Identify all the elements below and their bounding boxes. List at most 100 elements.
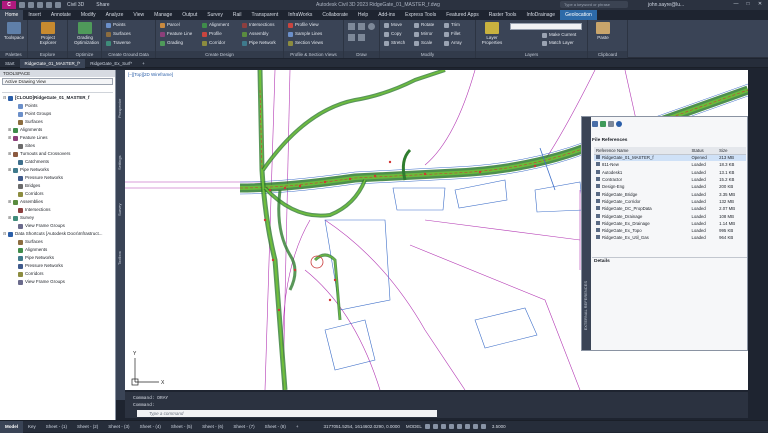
corridor-button[interactable]: Corridor [202,39,225,47]
col-size[interactable]: Size [717,147,746,155]
ribbon-tab-geolocation[interactable]: Geolocation [560,10,597,20]
layout-tab[interactable]: Sheet - (3) [103,421,134,433]
tree-item[interactable]: ⊞ Feature Lines [3,134,115,142]
layout-tab[interactable]: Sheet - (2) [72,421,103,433]
polyline-icon[interactable] [358,23,365,30]
ribbon-tab-survey[interactable]: Survey [202,10,228,20]
col-status[interactable]: Status [689,147,718,155]
tree-item[interactable]: Intersections [3,206,115,214]
tree-item[interactable]: Corridors [3,270,115,278]
tree-item[interactable]: ⊟ Data Shortcuts [Autodesk Docs\Infrastru… [3,230,115,238]
toolspace-button[interactable]: Toolspace [3,22,25,40]
ribbon-tab-output[interactable]: Output [177,10,202,20]
ribbon-tab-analyze[interactable]: Analyze [101,10,129,20]
model-space-toggle[interactable]: MODEL [406,424,422,429]
ribbon-tab-featured-apps[interactable]: Featured Apps [441,10,484,20]
table-row[interactable]: Design-Eng Loaded 200 KB [594,183,746,190]
tree-item[interactable]: Pressure Networks [3,262,115,270]
fillet-button[interactable]: Fillet [444,30,461,38]
draw-panel-title[interactable]: Draw [344,51,379,58]
col-reference-name[interactable]: Reference Name [594,147,690,155]
close-button[interactable]: ✕ [756,1,764,8]
layout-tab[interactable]: Sheet - (7) [228,421,259,433]
sample-lines-button[interactable]: Sample Lines [288,30,322,38]
redo-icon[interactable] [55,2,61,8]
grid-icon[interactable] [424,424,430,429]
layout-tab[interactable]: Sheet - (8) [260,421,291,433]
details-heading[interactable]: Details [594,259,610,264]
ribbon-tab-raster-tools[interactable]: Raster Tools [484,10,522,20]
ribbon-tab-transparent[interactable]: Transparent [246,10,283,20]
tree-item[interactable]: Alignments [3,246,115,254]
ribbon-tab-home[interactable]: Home [0,10,24,20]
annotation-icon[interactable] [472,424,478,429]
profile-button[interactable]: Profile [202,30,222,38]
ribbon-tab-modify[interactable]: Modify [76,10,101,20]
rectangle-icon[interactable] [358,34,365,41]
move-button[interactable]: Move [384,21,402,29]
copy-button[interactable]: Copy [384,30,402,38]
project-explorer-button[interactable]: Project Explorer [37,22,59,45]
ribbon-tab-annotate[interactable]: Annotate [46,10,76,20]
table-row[interactable]: RidgeGate_DC_PropData Loaded 2.07 MB [594,205,746,212]
create-design-panel-title[interactable]: Create Design [156,51,283,58]
intersections-button[interactable]: Intersections [242,21,275,29]
grading-button[interactable]: Grading [160,39,183,47]
ground-data-panel-title[interactable]: Create Ground Data [102,51,155,58]
document-tab[interactable]: Start [0,59,20,68]
table-row[interactable]: 811-New Loaded 18.3 KB [594,161,746,168]
scale-button[interactable]: Scale [414,39,432,47]
layout-tab[interactable]: Key [23,421,41,433]
make-current-button[interactable]: Make Current [542,31,576,39]
mirror-button[interactable]: Mirror [414,30,433,38]
command-input[interactable]: Type a command [137,410,437,417]
tree-item[interactable]: Catchments [3,158,115,166]
parcel-button[interactable]: Parcel [160,21,180,29]
alignment-button[interactable]: Alignment [202,21,229,29]
points-button[interactable]: Points [106,21,126,29]
circle-icon[interactable] [368,23,375,30]
ribbon-tab-insert[interactable]: Insert [23,10,46,20]
side-tab-prospector[interactable]: Prospector [117,88,124,128]
profile-section-panel-title[interactable]: Profile & Section Views [284,51,343,58]
section-views-button[interactable]: Section Views [288,39,323,47]
layout-tab[interactable]: Sheet - (4) [135,421,166,433]
osnap-icon[interactable] [456,424,462,429]
layer-dropdown[interactable] [510,23,582,30]
ribbon-tab-manage[interactable]: Manage [149,10,177,20]
new-layout-tab[interactable]: + [291,421,304,433]
tree-item[interactable]: View Frame Groups [3,278,115,286]
ribbon-tab-rail[interactable]: Rail [228,10,247,20]
tree-item[interactable]: Surfaces [3,238,115,246]
layout-tab[interactable]: Sheet - (5) [166,421,197,433]
tree-item[interactable]: ⊞ Pipe Networks [3,166,115,174]
user-account[interactable]: john.sayre@lu... [648,2,684,8]
minimize-button[interactable]: — [732,1,740,8]
tree-item[interactable]: Bridges [3,182,115,190]
line-icon[interactable] [348,23,355,30]
document-tab[interactable]: RidgeGate_Ex_Surf* [85,59,137,68]
pipe-network-button[interactable]: Pipe Network [242,39,276,47]
tree-item[interactable]: Pressure Networks [3,174,115,182]
cursor-coordinates[interactable]: 3177051.5254, 1614602.0290, 0.0000 [324,424,400,429]
layout-tab[interactable]: Sheet - (1) [41,421,72,433]
ribbon-tab-infraworks[interactable]: InfraWorks [283,10,317,20]
stretch-button[interactable]: Stretch [384,39,405,47]
share-button[interactable]: Share [96,2,109,8]
assembly-button[interactable]: Assembly [242,30,269,38]
tree-item[interactable]: Sites [3,142,115,150]
table-row[interactable]: RidgeGate_Drainage Loaded 108 MB [594,212,746,219]
maximize-button[interactable]: □ [744,1,752,8]
table-row[interactable]: RidgeGate_01_MASTER_f Opened 213 MB [594,154,746,162]
array-button[interactable]: Array [444,39,462,47]
optimize-panel-title[interactable]: Optimize [68,51,101,58]
ribbon-tab-express-tools[interactable]: Express Tools [400,10,441,20]
grading-optimization-button[interactable]: Grading Optimization [74,22,99,45]
ribbon-tab-infodrainage[interactable]: InfoDrainage [521,10,560,20]
workspace-icon[interactable] [480,424,486,429]
undo-icon[interactable] [46,2,52,8]
tree-item[interactable]: View Frame Groups [3,222,115,230]
traverse-button[interactable]: Traverse [106,39,131,47]
side-tab-toolbox[interactable]: Toolbox [117,242,124,274]
trim-button[interactable]: Trim [444,21,460,29]
